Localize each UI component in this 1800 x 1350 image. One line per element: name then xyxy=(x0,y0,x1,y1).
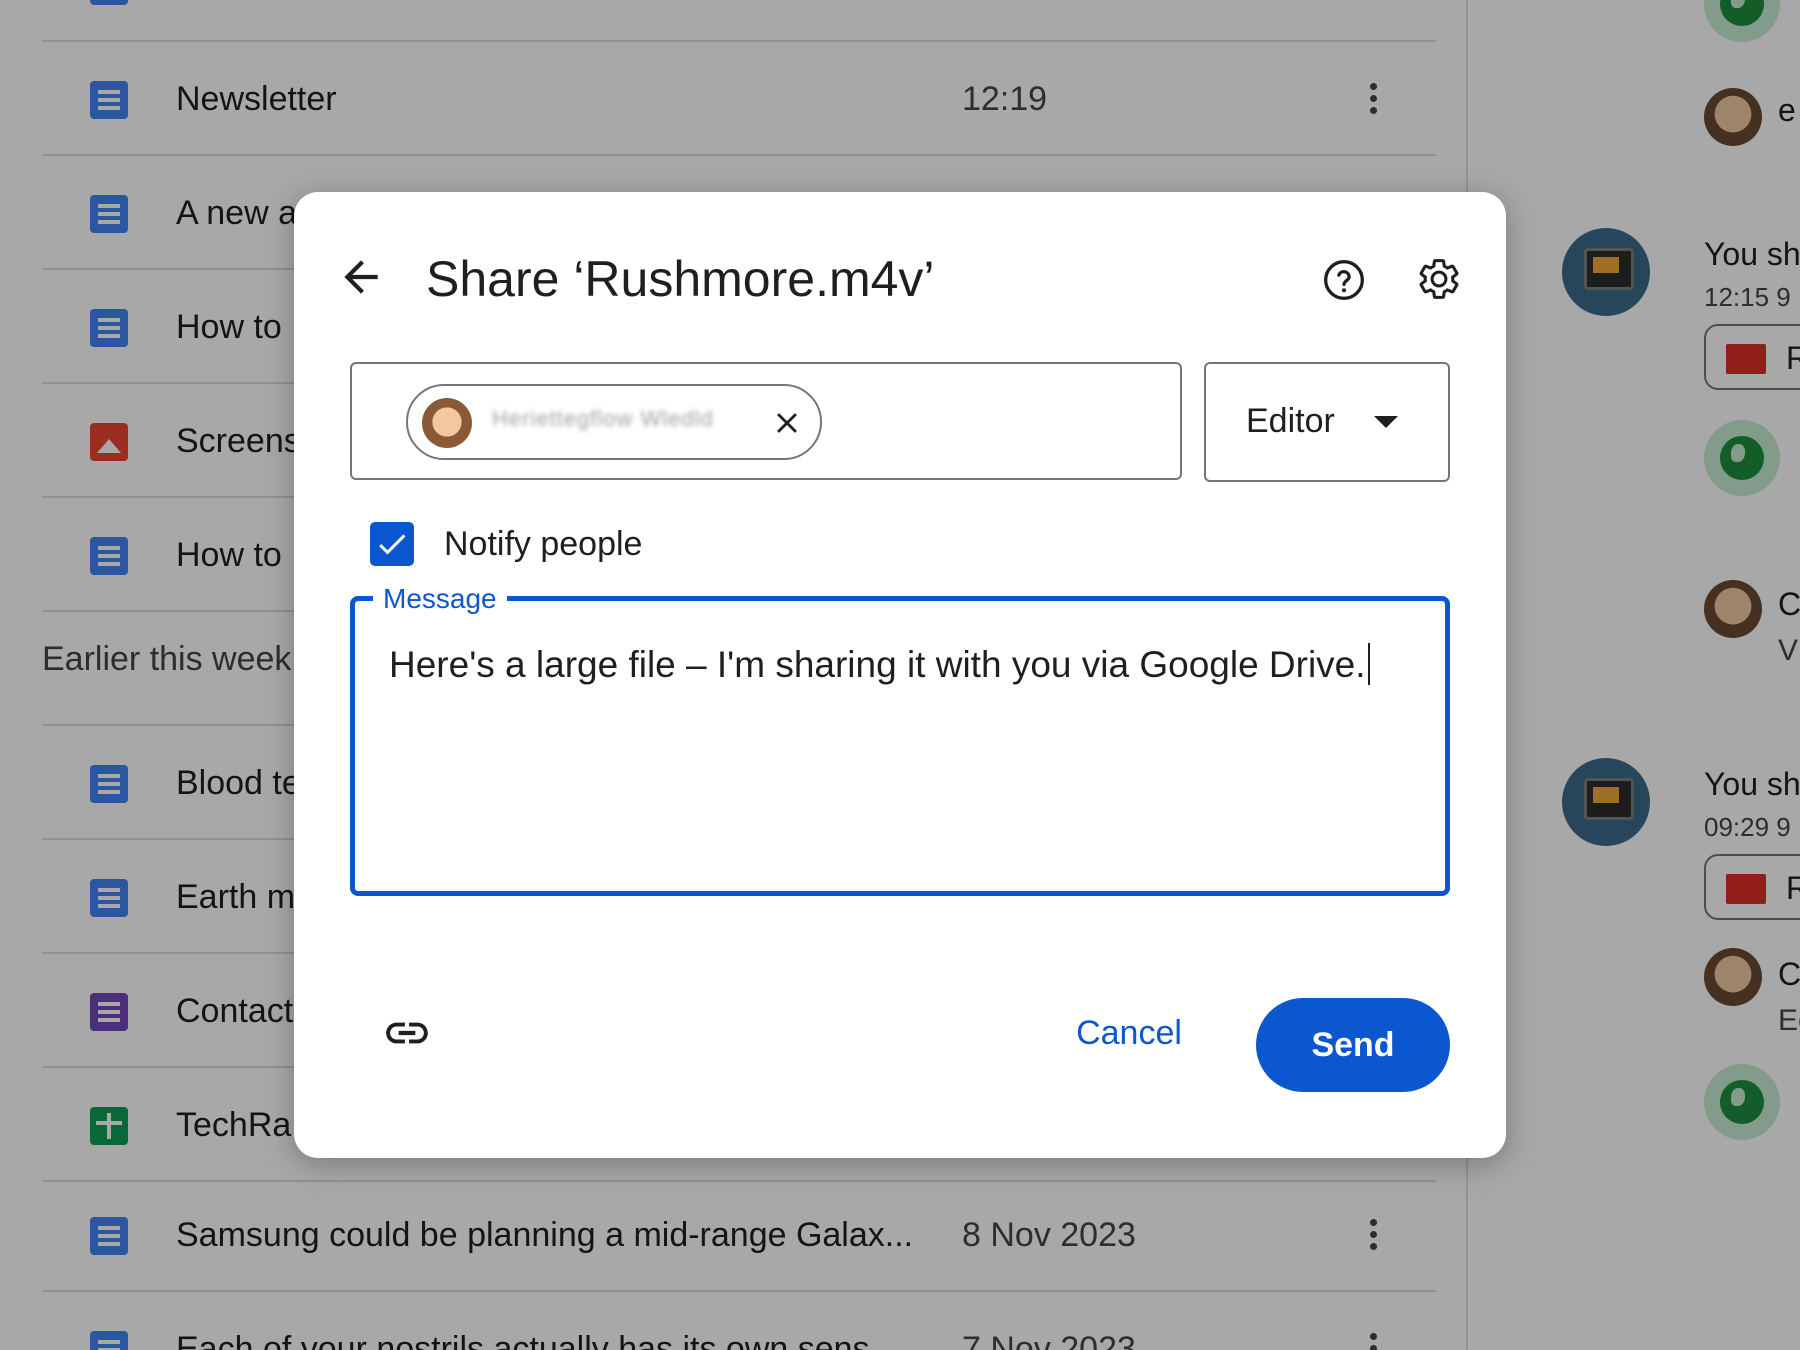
recipient-chip[interactable]: Heriettegflow Wledld xyxy=(406,384,822,460)
avatar xyxy=(422,398,472,448)
cancel-button[interactable]: Cancel xyxy=(1062,998,1196,1068)
role-value: Editor xyxy=(1246,402,1335,440)
copy-link-button[interactable] xyxy=(382,1008,432,1058)
dialog-title: Share ‘Rushmore.m4v’ xyxy=(426,251,935,307)
message-label: Message xyxy=(373,581,507,617)
caret-down-icon xyxy=(1374,416,1398,428)
notify-people-checkbox[interactable] xyxy=(370,522,414,566)
remove-recipient-button[interactable] xyxy=(770,406,804,440)
message-textarea[interactable]: Message Here's a large file – I'm sharin… xyxy=(350,581,1450,896)
checkmark-icon xyxy=(379,534,406,555)
settings-button[interactable] xyxy=(1416,256,1462,302)
share-dialog: Share ‘Rushmore.m4v’ Heriettegflow Wledl… xyxy=(294,192,1506,1158)
back-button[interactable] xyxy=(336,252,386,302)
close-icon xyxy=(777,413,797,433)
gear-icon xyxy=(1419,259,1459,299)
help-button[interactable] xyxy=(1322,258,1366,302)
message-text[interactable]: Here's a large file – I'm sharing it wit… xyxy=(389,643,1370,686)
add-people-field[interactable]: Heriettegflow Wledld xyxy=(350,362,1182,480)
role-dropdown[interactable]: Editor xyxy=(1204,362,1450,482)
recipient-name: Heriettegflow Wledld xyxy=(492,406,714,431)
send-button[interactable]: Send xyxy=(1256,998,1450,1092)
help-circle-icon xyxy=(1324,260,1364,300)
arrow-back-icon xyxy=(344,260,378,294)
link-icon xyxy=(386,1022,428,1044)
notify-people-label: Notify people xyxy=(444,525,643,563)
